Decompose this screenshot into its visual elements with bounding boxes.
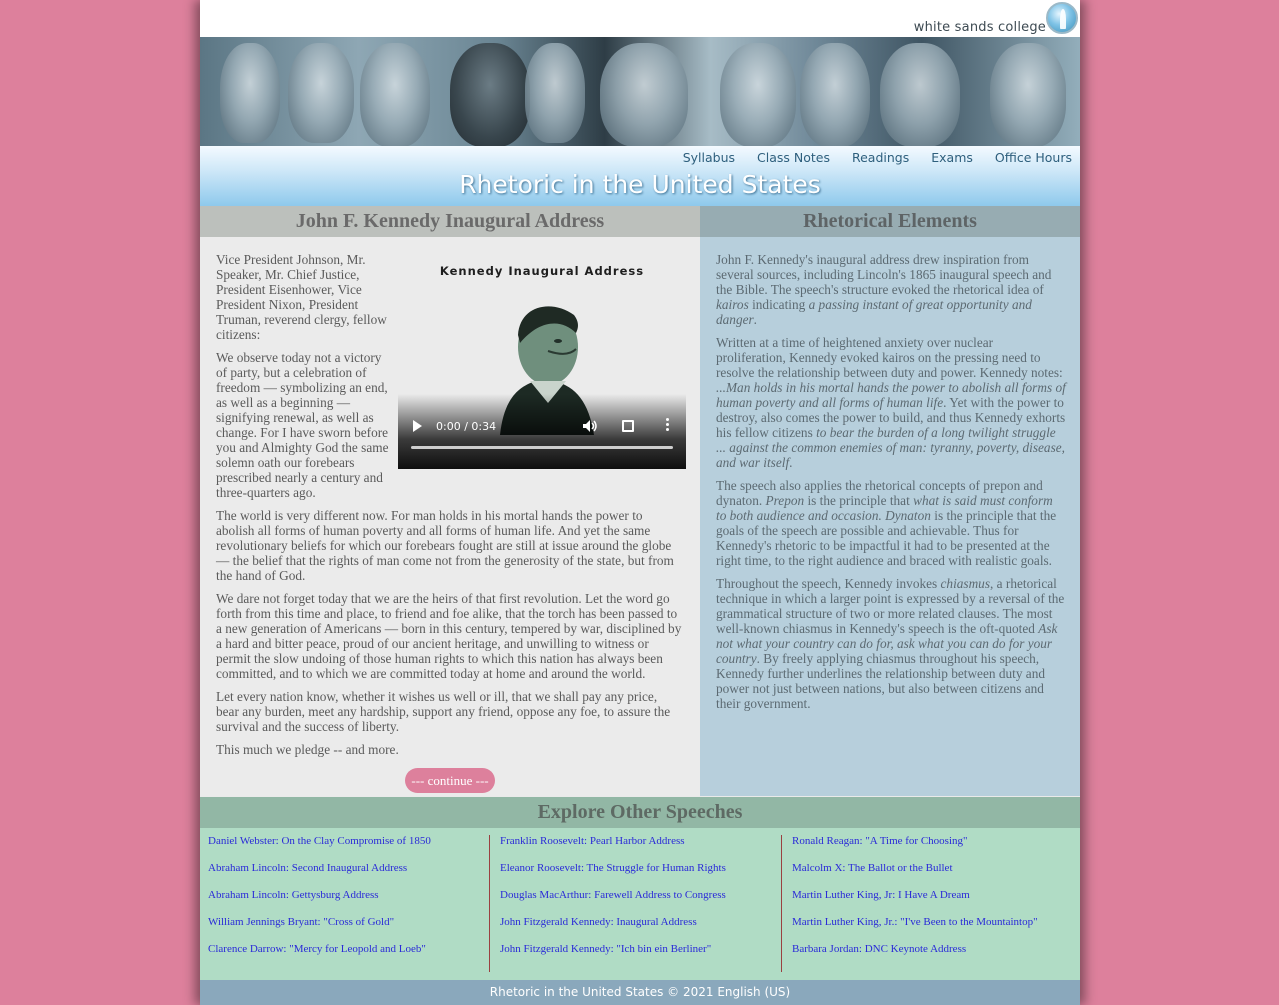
speech-paragraph: This much we pledge -- and more. bbox=[216, 742, 399, 757]
banner-portrait bbox=[720, 43, 796, 146]
speech-links-column-1: Daniel Webster: On the Clay Compromise o… bbox=[208, 835, 490, 972]
banner-portrait bbox=[800, 43, 870, 146]
volume-icon[interactable] bbox=[582, 419, 598, 433]
speech-link[interactable]: William Jennings Bryant: "Cross of Gold" bbox=[208, 916, 489, 928]
speech-link[interactable]: Abraham Lincoln: Gettysburg Address bbox=[208, 889, 489, 901]
speech-link[interactable]: Eleanor Roosevelt: The Struggle for Huma… bbox=[500, 862, 781, 874]
speech-text: Kennedy Inaugural Address 0:00 / 0:34 Vi… bbox=[216, 252, 686, 765]
speech-link[interactable]: Abraham Lincoln: Second Inaugural Addres… bbox=[208, 862, 489, 874]
speech-link[interactable]: Martin Luther King, Jr: I Have A Dream bbox=[792, 889, 1074, 901]
banner-portrait bbox=[600, 43, 688, 146]
speech-link[interactable]: Martin Luther King, Jr.: "I've Been to t… bbox=[792, 916, 1074, 928]
nav-class-notes[interactable]: Class Notes bbox=[757, 150, 830, 165]
footer: Rhetoric in the United States © 2021 Eng… bbox=[200, 980, 1080, 1005]
explore-heading: Explore Other Speeches bbox=[200, 797, 1080, 828]
speech-link[interactable]: Ronald Reagan: "A Time for Choosing" bbox=[792, 835, 1074, 847]
analysis-paragraph: John F. Kennedy's inaugural address drew… bbox=[716, 252, 1052, 327]
video-seek-bar[interactable] bbox=[411, 446, 673, 449]
banner-portrait bbox=[450, 43, 530, 146]
nav-exams[interactable]: Exams bbox=[931, 150, 973, 165]
speech-link[interactable]: Malcolm X: The Ballot or the Bullet bbox=[792, 862, 1074, 874]
speech-link[interactable]: Franklin Roosevelt: Pearl Harbor Address bbox=[500, 835, 781, 847]
speech-link[interactable]: Barbara Jordan: DNC Keynote Address bbox=[792, 943, 1074, 955]
college-logo-icon[interactable] bbox=[1046, 2, 1078, 34]
speech-links-column-3: Ronald Reagan: "A Time for Choosing" Mal… bbox=[792, 835, 1074, 972]
header-banner-image bbox=[200, 37, 1080, 146]
speech-paragraph: The world is very different now. For man… bbox=[216, 508, 674, 583]
college-logo-text[interactable]: white sands college bbox=[914, 20, 1046, 35]
speech-heading: John F. Kennedy Inaugural Address bbox=[200, 206, 700, 237]
speech-link[interactable]: Daniel Webster: On the Clay Compromise o… bbox=[208, 835, 489, 847]
top-bar: white sands college bbox=[200, 0, 1080, 37]
video-title: Kennedy Inaugural Address bbox=[439, 264, 645, 278]
site-title: Rhetoric in the United States bbox=[459, 170, 821, 199]
video-time: 0:00 / 0:34 bbox=[436, 420, 497, 433]
play-icon[interactable] bbox=[413, 420, 422, 432]
banner-portrait bbox=[360, 43, 430, 146]
banner-portrait bbox=[220, 43, 280, 143]
banner-portrait bbox=[288, 43, 354, 143]
banner-portrait bbox=[880, 43, 960, 146]
main-nav: Syllabus Class Notes Readings Exams Offi… bbox=[683, 150, 1072, 165]
banner-portrait bbox=[525, 43, 585, 143]
nav-area: Syllabus Class Notes Readings Exams Offi… bbox=[200, 146, 1080, 206]
banner-portrait bbox=[990, 43, 1066, 146]
more-options-icon[interactable] bbox=[666, 418, 670, 434]
continue-button[interactable]: --- continue --- bbox=[405, 768, 495, 793]
speech-links-column-2: Franklin Roosevelt: Pearl Harbor Address… bbox=[500, 835, 782, 972]
nav-office-hours[interactable]: Office Hours bbox=[995, 150, 1072, 165]
page-container: white sands college Syllabus Class Notes… bbox=[200, 0, 1080, 1005]
video-controls: 0:00 / 0:34 bbox=[398, 394, 686, 469]
speech-paragraph: We dare not forget today that we are the… bbox=[216, 591, 682, 681]
nav-syllabus[interactable]: Syllabus bbox=[683, 150, 735, 165]
speech-link[interactable]: Douglas MacArthur: Farewell Address to C… bbox=[500, 889, 781, 901]
fullscreen-icon[interactable] bbox=[622, 420, 634, 432]
speech-link[interactable]: John Fitzgerald Kennedy: Inaugural Addre… bbox=[500, 916, 781, 928]
analysis-paragraph: Written at a time of heightened anxiety … bbox=[716, 335, 1066, 470]
rhetorical-elements-heading: Rhetorical Elements bbox=[700, 206, 1080, 237]
speech-paragraph: Let every nation know, whether it wishes… bbox=[216, 689, 671, 734]
nav-readings[interactable]: Readings bbox=[852, 150, 909, 165]
speech-column: John F. Kennedy Inaugural Address Kenned… bbox=[200, 206, 700, 796]
rhetorical-elements-column: Rhetorical Elements John F. Kennedy's in… bbox=[700, 206, 1080, 796]
explore-speeches-section: Explore Other Speeches Daniel Webster: O… bbox=[200, 797, 1080, 980]
speech-link[interactable]: John Fitzgerald Kennedy: "Ich bin ein Be… bbox=[500, 943, 781, 955]
content-columns: John F. Kennedy Inaugural Address Kenned… bbox=[200, 206, 1080, 796]
speech-link[interactable]: Clarence Darrow: "Mercy for Leopold and … bbox=[208, 943, 489, 955]
rhetorical-elements-text: John F. Kennedy's inaugural address drew… bbox=[716, 252, 1066, 719]
analysis-paragraph: Throughout the speech, Kennedy invokes c… bbox=[716, 576, 1065, 711]
analysis-paragraph: The speech also applies the rhetorical c… bbox=[716, 478, 1057, 568]
video-player[interactable]: Kennedy Inaugural Address 0:00 / 0:34 bbox=[398, 252, 686, 469]
